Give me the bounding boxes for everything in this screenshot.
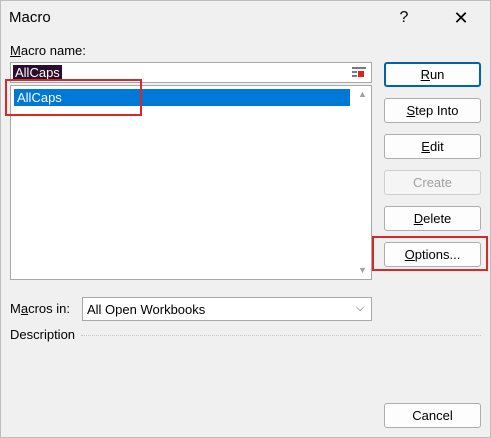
macro-name-hotkey: M [10,43,21,58]
run-hotkey: R [420,67,430,82]
collapse-dialog-icon[interactable] [349,64,369,81]
macro-dialog: Macro ? ✕ Macro name: AllCaps AllCaps ▲ … [0,0,491,438]
macro-name-label-text: acro name: [20,43,86,58]
delete-button[interactable]: Delete [384,206,481,231]
edit-hotkey: E [421,139,430,154]
close-icon[interactable]: ✕ [449,7,473,29]
vertical-scrollbar[interactable]: ▲ ▼ [354,86,371,279]
cancel-button[interactable]: Cancel [384,403,481,428]
run-button[interactable]: Run [384,62,481,87]
macros-in-hotkey: a [20,301,29,316]
chevron-down-icon[interactable]: ⌵ [353,301,367,315]
macros-in-value: All Open Workbooks [87,302,206,317]
scroll-up-icon[interactable]: ▲ [354,86,371,103]
scroll-down-icon[interactable]: ▼ [354,262,371,279]
window-title: Macro [9,9,51,26]
macros-in-label: Macros in: [10,301,70,316]
description-divider [81,335,481,336]
macros-in-select[interactable]: All Open Workbooks ⌵ [82,297,372,321]
step-into-label: tep Into [415,103,459,118]
macros-in-label-text: cros in: [28,301,70,316]
macro-name-value: AllCaps [13,65,62,80]
help-button[interactable]: ? [393,7,415,29]
edit-label: dit [429,139,444,154]
step-into-button[interactable]: Step Into [384,98,481,123]
edit-button[interactable]: Edit [384,134,481,159]
macros-in-label-pre: M [10,301,21,316]
run-label: un [429,67,445,82]
delete-hotkey: D [413,211,424,226]
create-button[interactable]: Create [384,170,481,195]
step-into-hotkey: S [406,103,416,118]
highlight-box-options [372,236,488,271]
highlight-box-macro [5,79,142,116]
delete-label: elete [423,211,452,226]
description-label: Description [10,327,76,342]
macro-name-label: Macro name: [10,43,86,58]
